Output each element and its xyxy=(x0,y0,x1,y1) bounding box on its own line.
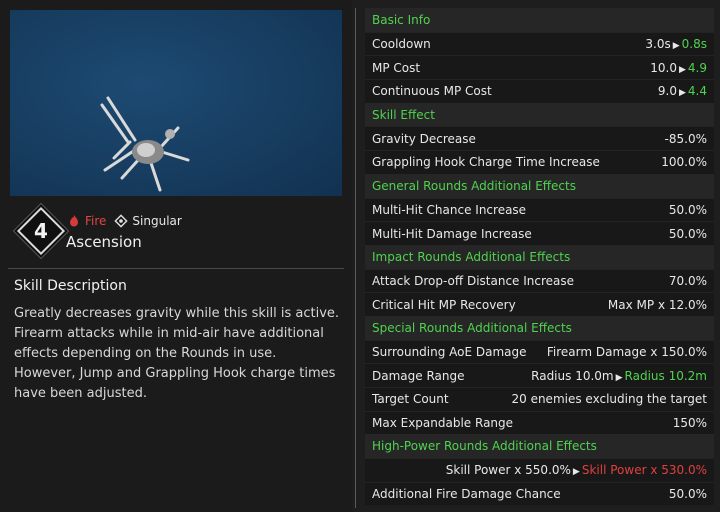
stat-row-damage-range: Damage Range Radius 10.0m ▶ Radius 10.2m xyxy=(365,363,714,387)
stat-row-grapple: Grappling Hook Charge Time Increase 100.… xyxy=(365,150,714,174)
stat-row-crit-mp: Critical Hit MP Recovery Max MP x 12.0% xyxy=(365,292,714,316)
section-impact-rounds: Impact Rounds Additional Effects xyxy=(365,244,714,269)
skill-type-label: Singular xyxy=(132,214,182,228)
skill-stats-table[interactable]: Basic Info Cooldown 3.0s ▶ 0.8s MP Cost 10… xyxy=(365,8,714,506)
skill-tags: Fire Singular xyxy=(67,214,182,228)
section-special-rounds: Special Rounds Additional Effects xyxy=(365,315,714,340)
arrow-right-icon: ▶ xyxy=(572,467,580,478)
stat-row-max-range: Max Expandable Range 150% xyxy=(365,410,714,435)
singular-icon xyxy=(114,214,129,228)
fire-icon xyxy=(70,215,78,227)
arrow-right-icon: ▶ xyxy=(678,88,686,99)
stat-row-target-count: Target Count 20 enemies excluding the ta… xyxy=(365,387,714,411)
stat-row-continuous-mp: Continuous MP Cost 9.0 ▶ 4.4 xyxy=(365,79,714,103)
skill-name: Ascension xyxy=(66,233,142,251)
stat-row-multi-chance: Multi-Hit Chance Increase 50.0% xyxy=(365,197,714,222)
panel-divider xyxy=(355,8,356,508)
skill-preview-video[interactable] xyxy=(10,10,342,196)
section-general-rounds: General Rounds Additional Effects xyxy=(365,173,714,198)
arrow-right-icon: ▶ xyxy=(672,41,680,52)
arrow-right-icon: ▶ xyxy=(678,64,686,75)
rank-number: 4 xyxy=(34,219,48,243)
stat-row-fire-chance: Additional Fire Damage Chance 50.0% xyxy=(365,481,714,506)
skill-header: 4 Fire Singular Ascension xyxy=(10,206,344,266)
stat-row-aoe: Surrounding AoE Damage Firearm Damage x … xyxy=(365,339,714,364)
stat-row-multi-damage: Multi-Hit Damage Increase 50.0% xyxy=(365,221,714,245)
stat-row-dropoff: Attack Drop-off Distance Increase 70.0% xyxy=(365,268,714,293)
stat-row-gravity: Gravity Decrease -85.0% xyxy=(365,126,714,151)
element-label: Fire xyxy=(85,214,107,228)
section-basic-info: Basic Info xyxy=(365,8,714,32)
stat-row-skill-power: Skill Power x 550.0% ▶ Skill Power x 530.0… xyxy=(365,458,714,482)
description-text: Greatly decreases gravity while this ski… xyxy=(14,306,340,401)
section-skill-effect: Skill Effect xyxy=(365,102,714,127)
stat-row-cooldown: Cooldown 3.0s ▶ 0.8s xyxy=(365,31,714,56)
skill-info-panel: 4 Fire Singular Ascension Skill Descript… xyxy=(0,0,352,512)
section-high-power-rounds: High-Power Rounds Additional Effects xyxy=(365,434,714,459)
stat-row-mp-cost: MP Cost 10.0 ▶ 4.9 xyxy=(365,55,714,80)
skill-preview-figure xyxy=(100,96,190,192)
divider xyxy=(8,268,344,269)
description-title: Skill Description xyxy=(14,278,127,294)
arrow-right-icon: ▶ xyxy=(615,372,623,383)
